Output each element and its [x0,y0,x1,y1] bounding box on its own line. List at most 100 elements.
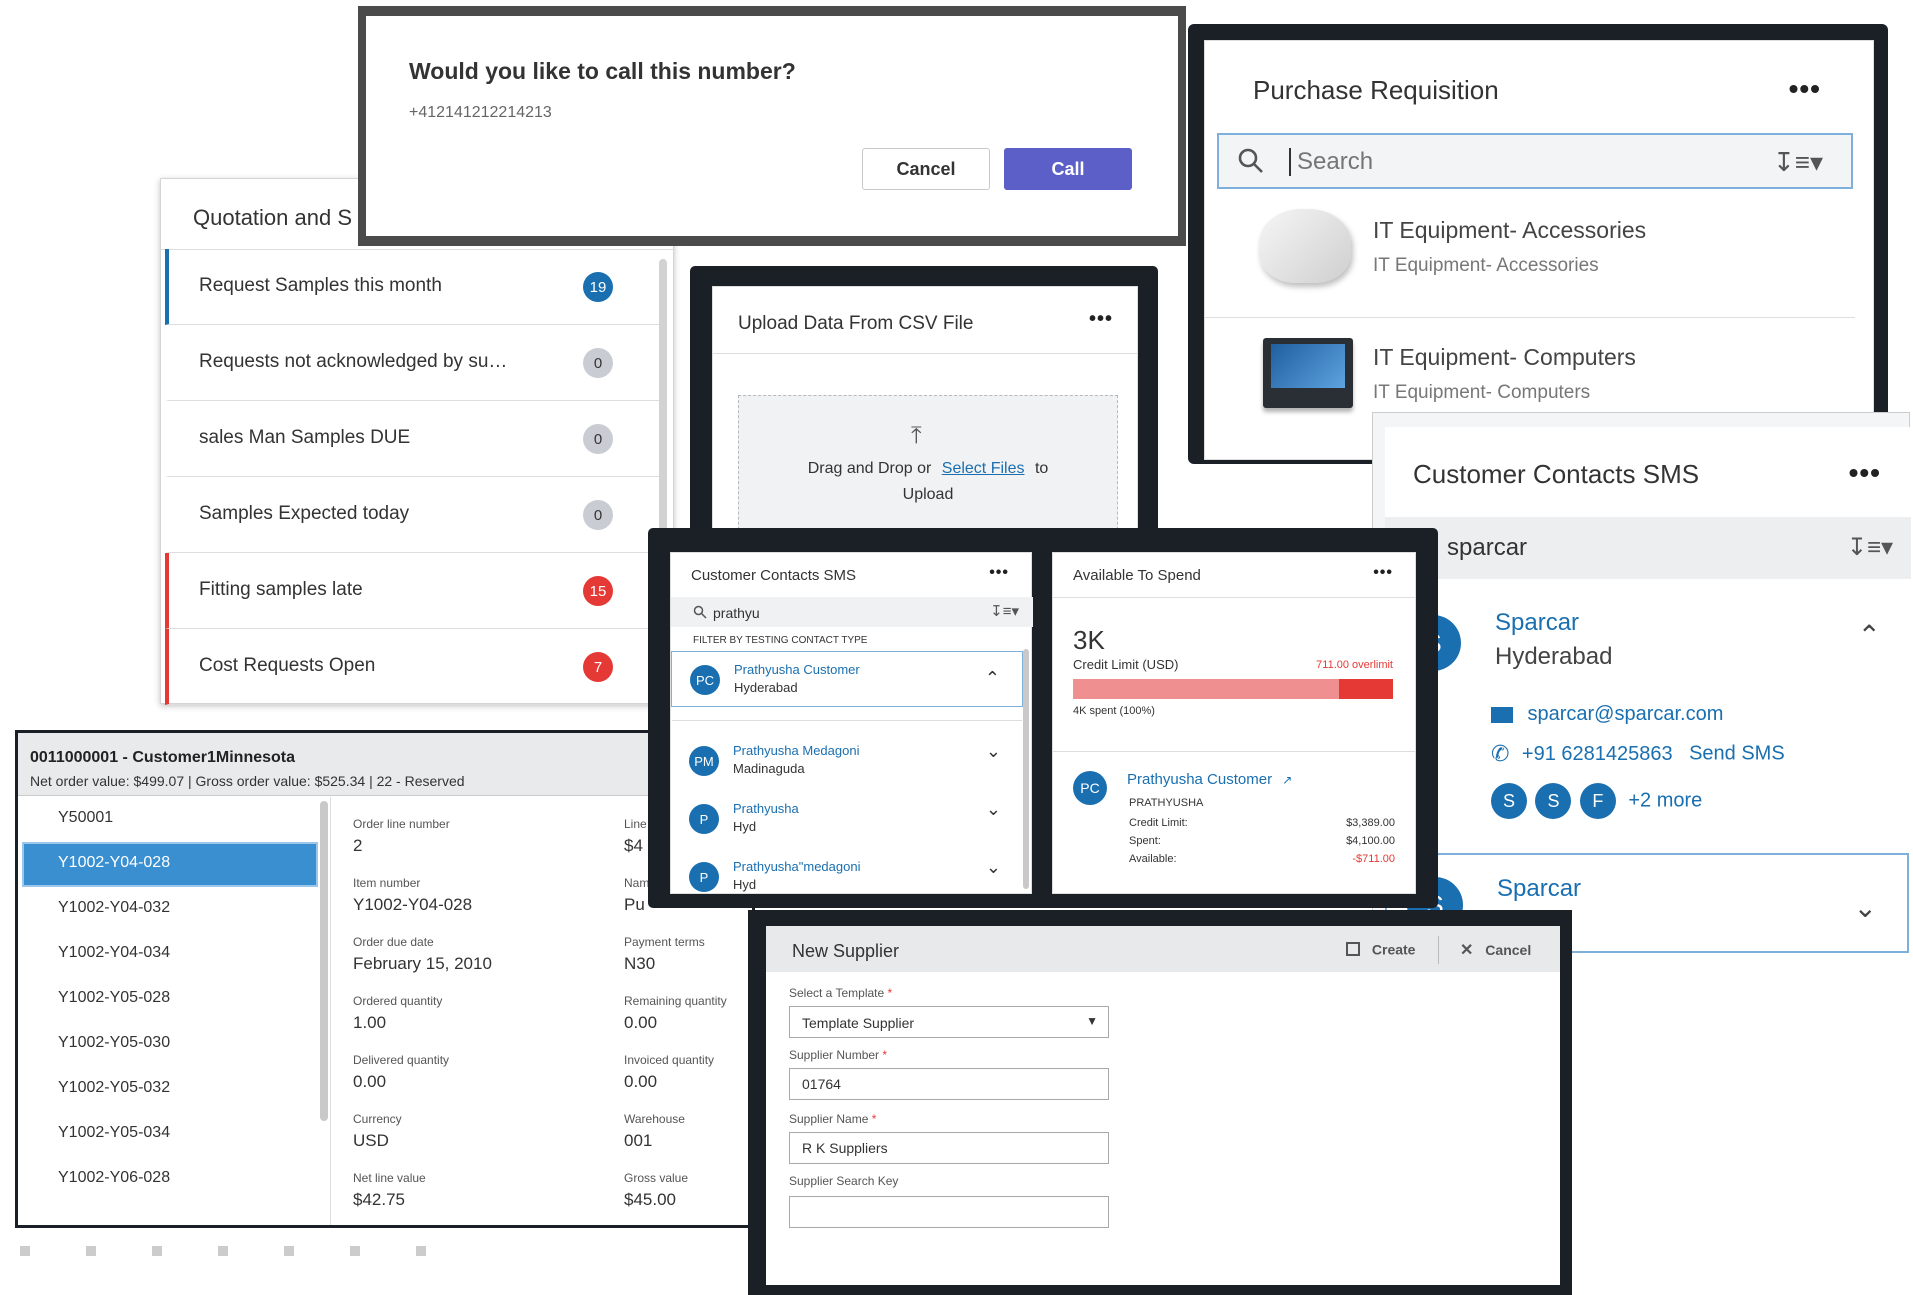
supplier-header: New Supplier Create ✕ Cancel [766,926,1560,972]
chevron-up-icon[interactable]: ⌃ [1858,619,1881,652]
order-line-label: Y1002-Y04-034 [58,944,171,961]
order-line-item[interactable]: Y1002-Y05-030 [22,1022,318,1067]
template-select[interactable]: Template Supplier ▼ [789,1006,1109,1038]
order-field-value: USD [353,1131,389,1150]
chip-avatar[interactable]: S [1535,783,1572,819]
create-button[interactable]: Create [1346,940,1415,957]
contact-name[interactable]: Prathyusha Medagoni [733,743,859,758]
contact-name[interactable]: Prathyusha Customer [734,662,860,677]
order-field: Order line number 2 [353,817,613,876]
purchase-search-bar: ↧≡▾ [1217,133,1853,189]
upload-panel: Upload Data From CSV File ••• ⤒ Drag and… [712,286,1138,545]
purchase-title: Purchase Requisition [1253,75,1499,105]
chevron-down-icon[interactable]: ⌄ [986,857,1001,878]
close-icon: ✕ [1460,942,1474,959]
order-line-item[interactable]: Y1002-Y04-034 [22,932,318,977]
purchase-search-input[interactable] [1295,145,1679,179]
order-field-value: Y1002-Y04-028 [353,895,473,914]
quotation-item[interactable]: Request Samples this month 19 [165,249,661,325]
order-field: Item number Y1002-Y04-028 [353,876,613,935]
more-contacts-link[interactable]: +2 more [1628,790,1702,812]
order-line-label: Y1002-Y05-028 [58,989,171,1006]
order-line-item[interactable]: Y1002-Y06-028 [22,1157,318,1202]
contact-row[interactable]: PM Prathyusha Medagoni Madinaguda ⌄ [671,733,1023,791]
call-button[interactable]: Call [1004,148,1132,190]
upload-more-icon[interactable]: ••• [1089,309,1113,329]
order-field: Delivered quantity 0.00 [353,1053,613,1112]
chip-avatar[interactable]: F [1579,783,1616,819]
order-line-item[interactable]: Y1002-Y04-028 [22,842,318,887]
search-icon [693,605,707,619]
sms-right-search-input[interactable] [1445,531,1749,565]
order-lines-scrollbar[interactable] [320,801,328,1121]
sms-mid-scrollbar[interactable] [1023,649,1029,889]
supplier-panel: New Supplier Create ✕ Cancel Select a Te… [766,926,1560,1285]
spend-row-label: Credit Limit: [1129,817,1188,829]
order-field-value: N30 [624,954,656,973]
contact-city: Hyderabad [1495,643,1613,670]
sort-icon[interactable]: ↧≡▾ [1773,147,1823,178]
order-line-item[interactable]: Y50001 [22,797,318,842]
contact-phone[interactable]: +91 6281425863 [1522,743,1673,765]
spend-panel: Available To Spend ••• 3K Credit Limit (… [1052,552,1416,894]
contact-email-row: sparcar@sparcar.com [1491,703,1723,733]
order-line-label: Y1002-Y06-028 [58,1169,171,1186]
sort-icon[interactable]: ↧≡▾ [990,602,1019,620]
order-field-value: $45.00 [624,1190,676,1209]
send-sms-link[interactable]: Send SMS [1689,743,1785,765]
contact-row[interactable]: P Prathyusha"medagoni Hyd ⌄ [671,849,1023,907]
contact-name[interactable]: Sparcar [1495,609,1579,637]
quotation-item[interactable]: sales Man Samples DUE 0 [165,401,661,477]
order-title: 0011000001 - Customer1Minnesota [30,749,296,766]
order-field-label: Order due date [353,935,434,949]
count-badge: 19 [583,272,613,302]
contact-row[interactable]: P Prathyusha Hyd ⌄ [671,791,1023,849]
sms-right-more-icon[interactable]: ••• [1849,459,1881,487]
purchase-item[interactable]: IT Equipment- Accessories IT Equipment- A… [1205,191,1855,318]
spend-row-value: $3,389.00 [1346,817,1395,829]
contact-name[interactable]: Sparcar [1497,875,1581,903]
credit-label: Credit Limit (USD) [1073,657,1179,672]
external-link-icon[interactable]: ↗ [1282,773,1292,787]
supplier-number-input[interactable] [789,1068,1109,1100]
upload-dropzone[interactable]: ⤒ Drag and Drop or Select Files to Uploa… [738,395,1118,545]
order-line-item[interactable]: Y1002-Y04-032 [22,887,318,932]
sms-mid-more-icon[interactable]: ••• [989,565,1009,581]
contact-row[interactable]: PC Prathyusha Customer Hyderabad ⌃ [671,651,1023,721]
order-line-item[interactable]: Y1002-Y05-028 [22,977,318,1022]
supplier-search-key-input[interactable] [789,1196,1109,1228]
cancel-button[interactable]: Cancel [862,148,990,190]
upload-title: Upload Data From CSV File [738,313,974,334]
chevron-down-icon[interactable]: ⌄ [986,741,1001,762]
upload-drag-text: Drag and Drop or [807,460,932,477]
chevron-up-icon[interactable]: ⌃ [985,668,1000,689]
spend-row-value: $4,100.00 [1346,835,1395,847]
select-files-link[interactable]: Select Files [942,460,1025,477]
spend-bar [1073,679,1393,699]
quotation-item[interactable]: Samples Expected today 0 [165,477,661,553]
contact-name[interactable]: Prathyusha"medagoni [733,859,860,874]
chevron-down-icon[interactable]: ⌄ [1854,891,1877,924]
sms-mid-search-input[interactable] [711,602,915,624]
sms-right-contact-1[interactable]: S Sparcar Hyderabad ⌃ [1385,579,1911,761]
order-line-item[interactable]: Y1002-Y05-034 [22,1112,318,1157]
chevron-down-icon[interactable]: ⌄ [986,799,1001,820]
spend-more-icon[interactable]: ••• [1373,565,1393,581]
spend-customer-name[interactable]: Prathyusha Customer ↗ [1127,771,1292,788]
supplier-name-input[interactable] [789,1132,1109,1164]
order-line-item[interactable]: Y1002-Y05-032 [22,1067,318,1112]
order-line-label: Y50001 [58,809,114,826]
cancel-button[interactable]: ✕ Cancel [1460,940,1531,960]
call-dialog-title: Would you like to call this number? [409,58,796,84]
quotation-item[interactable]: Cost Requests Open 7 [165,629,661,705]
contact-email[interactable]: sparcar@sparcar.com [1527,703,1723,725]
purchase-panel: Purchase Requisition ••• ↧≡▾ IT Equipmen… [1204,40,1874,460]
contact-chips: S S F +2 more [1491,783,1702,823]
chip-avatar[interactable]: S [1491,783,1527,819]
purchase-more-icon[interactable]: ••• [1789,75,1821,103]
quotation-item[interactable]: Requests not acknowledged by su… 0 [165,325,661,401]
sms-right-sort-icon[interactable]: ↧≡▾ [1847,533,1893,562]
contact-name[interactable]: Prathyusha [733,801,799,816]
mail-icon [1491,706,1513,723]
quotation-item[interactable]: Fitting samples late 15 [165,553,661,629]
